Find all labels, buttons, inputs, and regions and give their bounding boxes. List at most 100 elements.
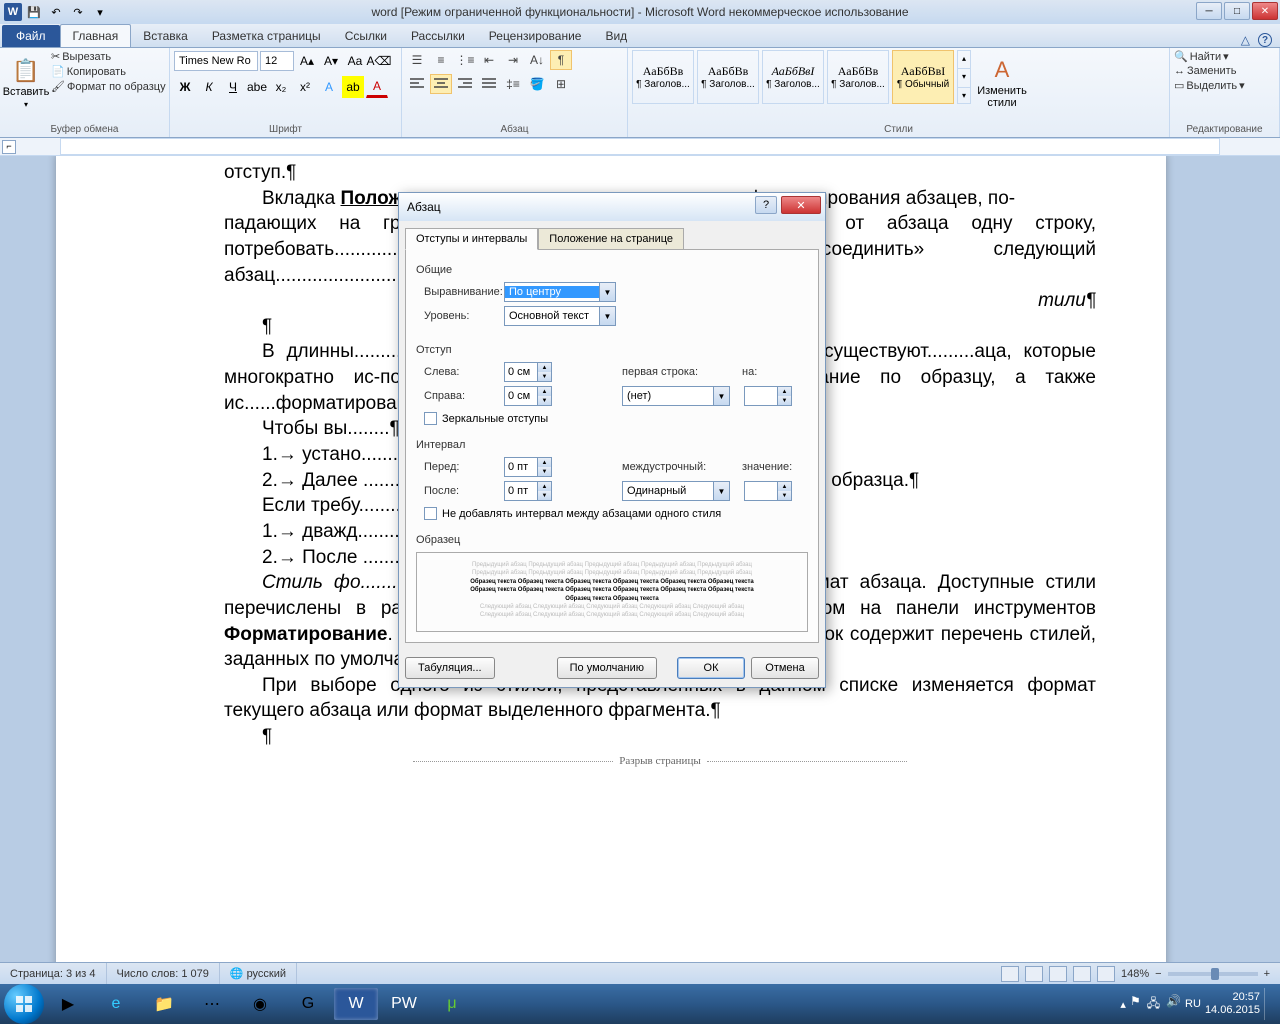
taskbar-app[interactable]: PW bbox=[382, 988, 426, 1020]
default-button[interactable]: По умолчанию bbox=[557, 657, 657, 679]
close-button[interactable]: ✕ bbox=[1252, 2, 1278, 20]
tray-language[interactable]: RU bbox=[1185, 998, 1201, 1010]
grow-font-icon[interactable]: A▴ bbox=[296, 50, 318, 72]
horizontal-ruler[interactable]: ⌐ bbox=[0, 138, 1280, 156]
right-indent-spinner[interactable]: ▲▼ bbox=[504, 386, 552, 406]
change-styles-button[interactable]: A Изменить стили bbox=[974, 50, 1030, 116]
language-indicator[interactable]: 🌐 русский bbox=[220, 963, 297, 984]
page-indicator[interactable]: Страница: 3 из 4 bbox=[0, 963, 107, 984]
line-spacing-combo[interactable]: Одинарный▼ bbox=[622, 481, 730, 501]
highlight-icon[interactable]: ab bbox=[342, 76, 364, 98]
bold-icon[interactable]: Ж bbox=[174, 76, 196, 98]
maximize-button[interactable]: □ bbox=[1224, 2, 1250, 20]
multilevel-icon[interactable]: ⋮≡ bbox=[454, 50, 476, 70]
style-gallery-item[interactable]: АаБбВв¶ Заголов... bbox=[632, 50, 694, 104]
refs-tab[interactable]: Ссылки bbox=[333, 25, 399, 47]
shading-icon[interactable]: 🪣 bbox=[526, 74, 548, 94]
superscript-icon[interactable]: x² bbox=[294, 76, 316, 98]
zoom-out-icon[interactable]: − bbox=[1155, 968, 1161, 980]
paste-button[interactable]: 📋 Вставить ▾ bbox=[4, 50, 48, 116]
style-gallery-item[interactable]: АаБбВвI¶ Обычный bbox=[892, 50, 954, 104]
style-gallery-item[interactable]: АаБбВв¶ Заголов... bbox=[827, 50, 889, 104]
cut-button[interactable]: ✂ Вырезать bbox=[51, 50, 166, 63]
tray-show-hidden-icon[interactable]: ▴ bbox=[1120, 998, 1126, 1011]
first-line-combo[interactable]: (нет)▼ bbox=[622, 386, 730, 406]
level-combo[interactable]: Основной текст▼ bbox=[504, 306, 616, 326]
mirror-indents-checkbox[interactable] bbox=[424, 412, 437, 425]
taskbar-app[interactable]: G bbox=[286, 988, 330, 1020]
cancel-button[interactable]: Отмена bbox=[751, 657, 819, 679]
zoom-percent[interactable]: 148% bbox=[1121, 968, 1149, 980]
taskbar-ie[interactable]: e bbox=[94, 988, 138, 1020]
dialog-help-button[interactable]: ? bbox=[755, 196, 777, 214]
dialog-close-button[interactable]: ✕ bbox=[781, 196, 821, 214]
sort-icon[interactable]: A↓ bbox=[526, 50, 548, 70]
tray-action-center-icon[interactable]: ⚑ bbox=[1130, 994, 1141, 1015]
justify-icon[interactable] bbox=[478, 74, 500, 94]
subscript-icon[interactable]: x₂ bbox=[270, 76, 292, 98]
align-left-icon[interactable] bbox=[406, 74, 428, 94]
font-name-combo[interactable] bbox=[174, 51, 258, 71]
taskbar-app[interactable]: ▶ bbox=[46, 988, 90, 1020]
ok-button[interactable]: ОК bbox=[677, 657, 745, 679]
layout-tab[interactable]: Разметка страницы bbox=[200, 25, 333, 47]
copy-button[interactable]: 📄 Копировать bbox=[51, 65, 166, 78]
style-scroll-up-icon[interactable]: ▴ bbox=[958, 51, 970, 66]
ribbon-minimize-icon[interactable]: △ bbox=[1241, 33, 1250, 47]
find-button[interactable]: 🔍 Найти ▾ bbox=[1174, 50, 1229, 63]
replace-button[interactable]: ↔ Заменить bbox=[1174, 65, 1236, 77]
space-after-spinner[interactable]: ▲▼ bbox=[504, 481, 552, 501]
insert-tab[interactable]: Вставка bbox=[131, 25, 200, 47]
dialog-title-bar[interactable]: Абзац ? ✕ bbox=[399, 193, 825, 221]
minimize-button[interactable]: ─ bbox=[1196, 2, 1222, 20]
shrink-font-icon[interactable]: A▾ bbox=[320, 50, 342, 72]
text-effects-icon[interactable]: A bbox=[318, 76, 340, 98]
change-case-icon[interactable]: Aa bbox=[344, 50, 366, 72]
zoom-in-icon[interactable]: + bbox=[1264, 968, 1270, 980]
word-count[interactable]: Число слов: 1 079 bbox=[107, 963, 220, 984]
show-marks-icon[interactable]: ¶ bbox=[550, 50, 572, 70]
view-tab[interactable]: Вид bbox=[593, 25, 639, 47]
taskbar-chrome[interactable]: ◉ bbox=[238, 988, 282, 1020]
tray-volume-icon[interactable]: 🔊 bbox=[1166, 994, 1181, 1015]
tabs-button[interactable]: Табуляция... bbox=[405, 657, 495, 679]
bullets-icon[interactable]: ☰ bbox=[406, 50, 428, 70]
align-right-icon[interactable] bbox=[454, 74, 476, 94]
review-tab[interactable]: Рецензирование bbox=[477, 25, 594, 47]
web-layout-view-icon[interactable] bbox=[1049, 966, 1067, 982]
style-gallery-item[interactable]: АаБбВвI¶ Заголов... bbox=[762, 50, 824, 104]
tray-network-icon[interactable]: 🖧 bbox=[1147, 994, 1160, 1015]
borders-icon[interactable]: ⊞ bbox=[550, 74, 572, 94]
align-center-icon[interactable] bbox=[430, 74, 452, 94]
style-more-icon[interactable]: ▾ bbox=[958, 87, 970, 103]
taskbar-app[interactable]: ⋯ bbox=[190, 988, 234, 1020]
help-icon[interactable]: ? bbox=[1258, 33, 1272, 47]
start-button[interactable] bbox=[4, 984, 44, 1024]
draft-view-icon[interactable] bbox=[1097, 966, 1115, 982]
space-before-spinner[interactable]: ▲▼ bbox=[504, 457, 552, 477]
dedent-icon[interactable]: ⇤ bbox=[478, 50, 500, 70]
show-desktop-button[interactable] bbox=[1264, 988, 1272, 1020]
file-tab[interactable]: Файл bbox=[2, 25, 60, 47]
line-spacing-icon[interactable]: ‡≡ bbox=[502, 74, 524, 94]
taskbar-explorer[interactable]: 📁 bbox=[142, 988, 186, 1020]
underline-icon[interactable]: Ч bbox=[222, 76, 244, 98]
select-button[interactable]: ▭ Выделить ▾ bbox=[1174, 79, 1245, 92]
outline-view-icon[interactable] bbox=[1073, 966, 1091, 982]
taskbar-utorrent[interactable]: μ bbox=[430, 988, 474, 1020]
dialog-tab-indents[interactable]: Отступы и интервалы bbox=[405, 228, 538, 250]
left-indent-spinner[interactable]: ▲▼ bbox=[504, 362, 552, 382]
tray-clock[interactable]: 20:57 14.06.2015 bbox=[1205, 991, 1260, 1017]
numbering-icon[interactable]: ≡ bbox=[430, 50, 452, 70]
full-screen-view-icon[interactable] bbox=[1025, 966, 1043, 982]
first-line-value-spinner[interactable]: ▲▼ bbox=[744, 386, 792, 406]
strike-icon[interactable]: abe bbox=[246, 76, 268, 98]
line-spacing-value-spinner[interactable]: ▲▼ bbox=[744, 481, 792, 501]
dialog-tab-position[interactable]: Положение на странице bbox=[538, 228, 684, 250]
italic-icon[interactable]: К bbox=[198, 76, 220, 98]
print-layout-view-icon[interactable] bbox=[1001, 966, 1019, 982]
zoom-slider[interactable] bbox=[1168, 972, 1258, 976]
clear-format-icon[interactable]: A⌫ bbox=[368, 50, 390, 72]
taskbar-word[interactable]: W bbox=[334, 988, 378, 1020]
style-gallery-item[interactable]: АаБбВв¶ Заголов... bbox=[697, 50, 759, 104]
